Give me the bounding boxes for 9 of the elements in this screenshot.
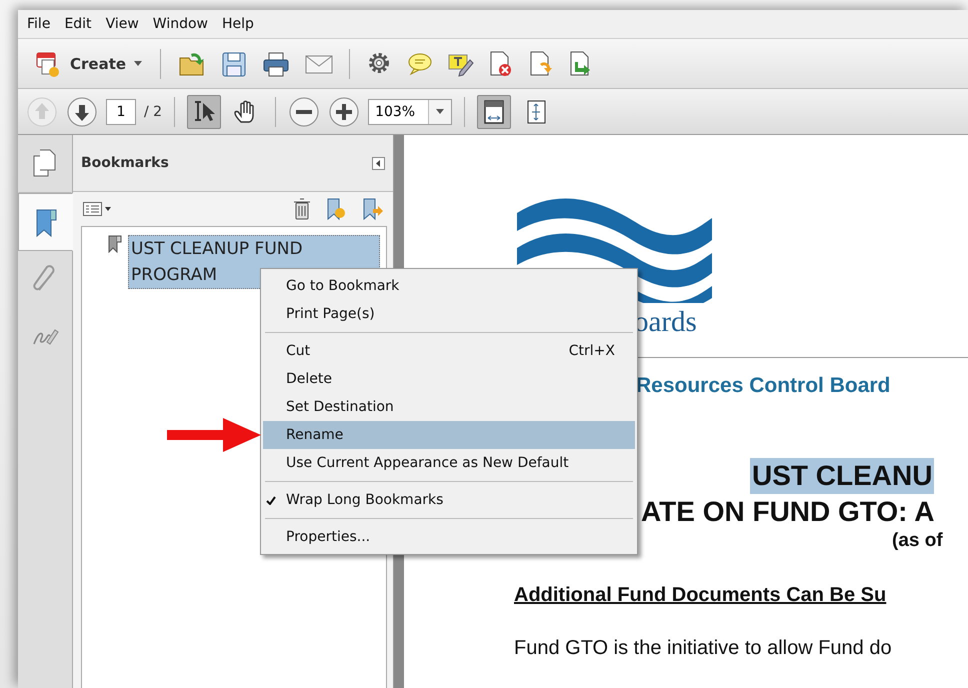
shortcut-text: Ctrl+X	[568, 343, 615, 359]
body-text: Fund GTO is the initiative to allow Fund do	[514, 637, 893, 660]
document-title: ATE ON FUND GTO: A	[641, 496, 934, 527]
document-title: UST CLEANU	[750, 458, 934, 494]
date-text: (as of	[892, 530, 944, 552]
page-count: / 2	[144, 104, 162, 120]
organization-name: Resources Control Board	[636, 374, 892, 398]
section-heading: Additional Fund Documents Can Be Su	[514, 584, 888, 607]
panel-title: Bookmarks	[81, 155, 169, 171]
